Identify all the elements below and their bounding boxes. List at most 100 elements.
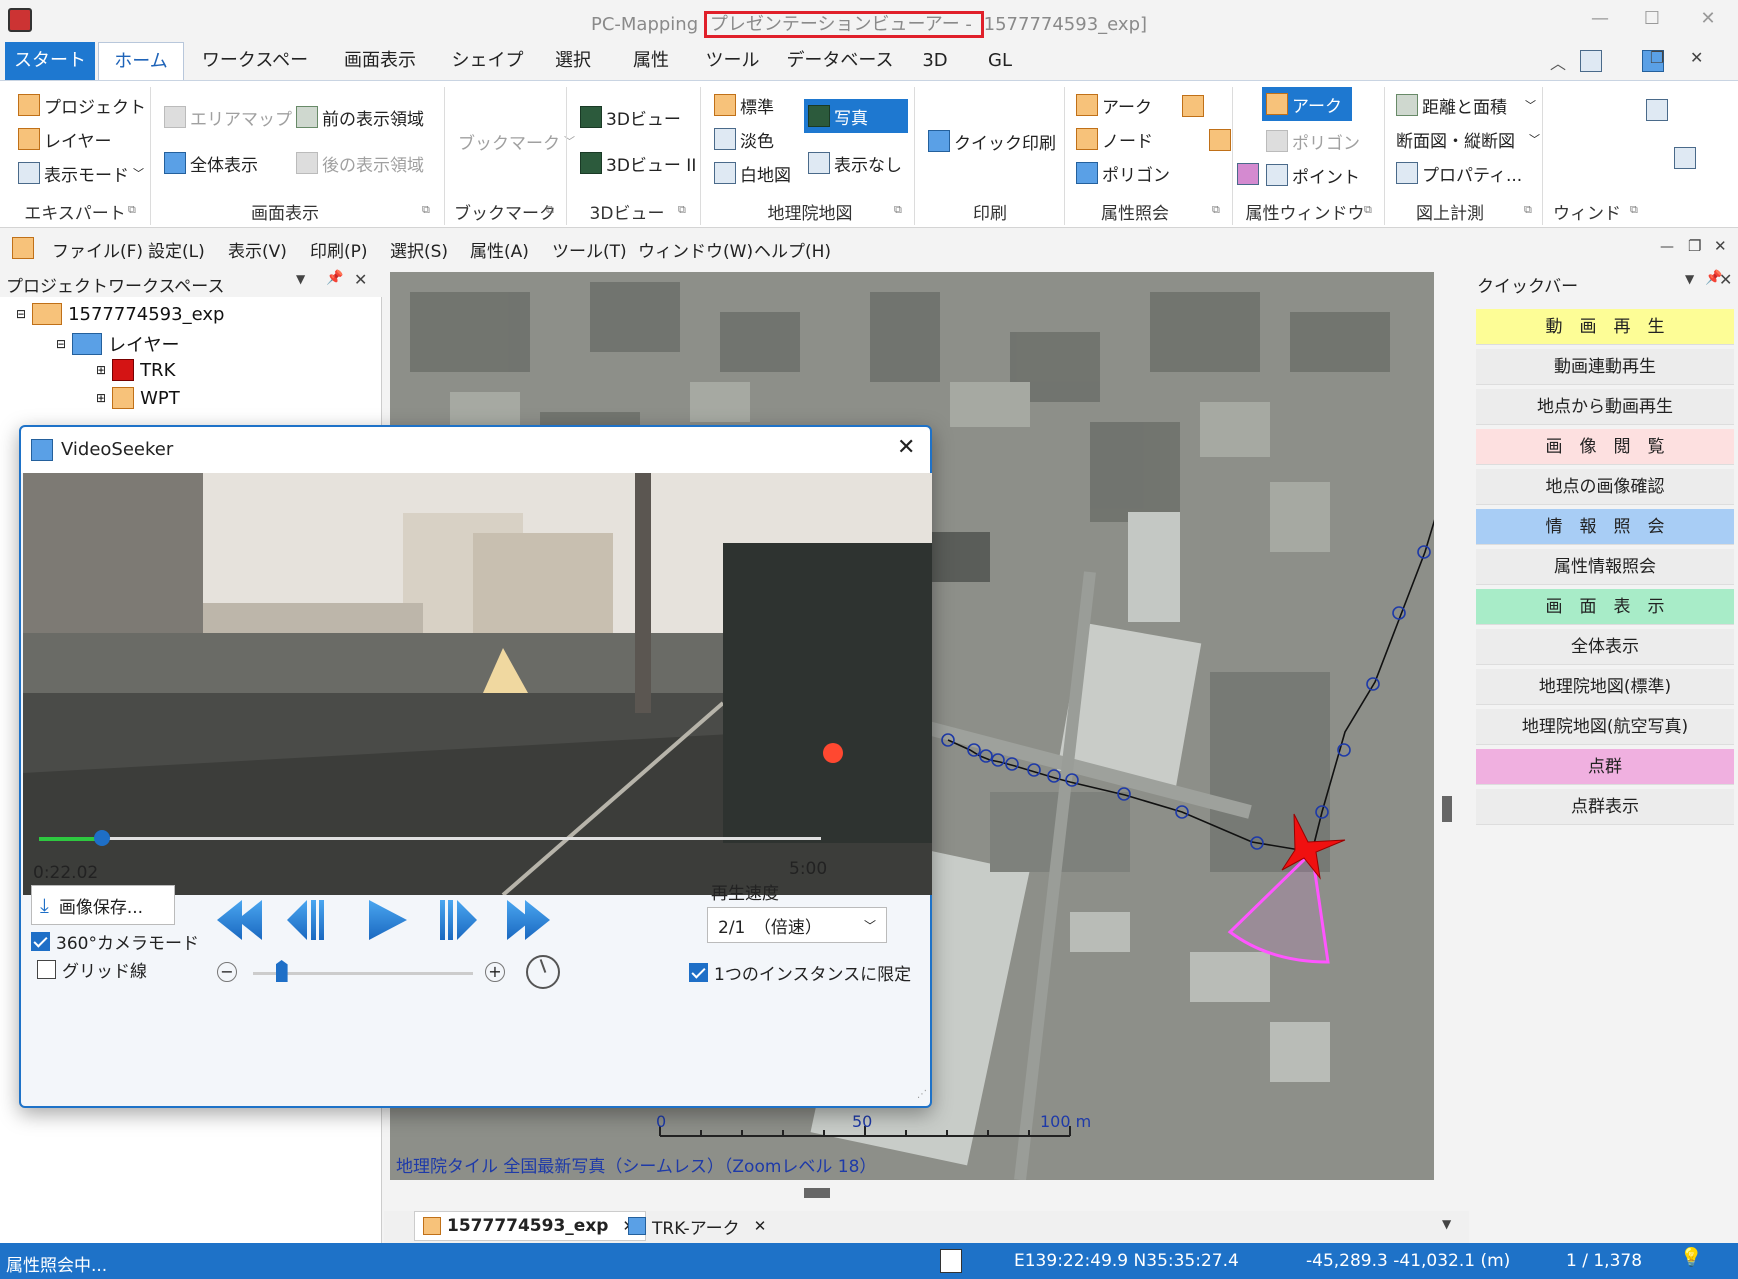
tab-shape[interactable]: シェイプ [450,42,525,82]
tree-item-project[interactable]: ⊟ 1577774593_exp [16,303,224,325]
menu-attribute[interactable]: 属性(A) [470,237,529,262]
query-arc-button[interactable]: アーク [1076,91,1152,119]
zoom-in-icon[interactable]: + [485,962,505,982]
tab-start[interactable]: スタート [5,42,95,82]
query-folder-icon[interactable] [1209,129,1232,151]
section-button[interactable]: 断面図・縦断図 ﹀ [1396,125,1540,153]
collapse-icon[interactable]: ⊟ [56,337,66,351]
attr-window-point-button[interactable]: ポイント [1266,161,1360,189]
query-polygon-button[interactable]: ポリゴン [1076,159,1170,187]
dialog-launcher-icon[interactable]: ⧉ [1364,203,1372,217]
camera-mode-checkbox[interactable]: 360°カメラモード [31,929,199,954]
area-map-button[interactable]: エリアマップ [164,103,292,131]
query-pin-icon[interactable] [1182,95,1204,117]
restore-doc-icon[interactable]: ❐ [1688,237,1701,255]
dialog-launcher-icon[interactable]: ⧉ [546,203,554,217]
single-instance-checkbox[interactable]: 1つのインスタンスに限定 [689,960,911,985]
window-tile-icon[interactable] [1673,147,1696,169]
tab-attribute[interactable]: 属性 [622,42,680,82]
vertical-scroll-thumb[interactable] [1442,796,1452,822]
checkbox-icon[interactable] [689,963,708,982]
quickbar-item[interactable]: 点群 [1476,749,1734,785]
help-icon[interactable] [1580,50,1602,72]
project-button[interactable]: プロジェクト [18,91,146,119]
expand-icon[interactable]: ⊞ [96,363,106,377]
play-button[interactable] [369,900,407,940]
query-node-button[interactable]: ノード [1076,125,1153,153]
fast-rewind-button[interactable] [217,900,262,940]
display-mode-button[interactable]: 表示モード ﹀ [18,159,144,187]
menu-tools[interactable]: ツール(T) [552,237,627,262]
track-vertex[interactable] [1392,606,1406,620]
tree-item-trk[interactable]: ⊞ TRK [96,359,175,381]
step-forward-button[interactable] [440,900,477,940]
video-frame[interactable] [23,473,932,895]
menu-print[interactable]: 印刷(P) [310,237,368,262]
pin-icon[interactable]: 📌 [326,270,343,286]
pale-map-button[interactable]: 淡色 [714,125,774,153]
resize-grip-icon[interactable]: ⋰ [917,1089,927,1100]
no-map-button[interactable]: 表示なし [808,149,902,177]
menu-view[interactable]: 表示(V) [228,237,287,262]
track-arc-segment[interactable] [1311,502,1434,853]
tab-3d[interactable]: 3D [910,42,960,82]
std-map-button[interactable]: 標準 [714,91,774,119]
quickbar-item[interactable]: 全体表示 [1476,629,1734,665]
properties-button[interactable]: プロパティ... [1396,159,1522,187]
doc-tab-arc[interactable]: TRK-アーク ✕ [620,1211,778,1241]
tab-close-icon[interactable]: ✕ [754,1217,767,1235]
quickbar-item[interactable]: 画 像 閲 覧 [1476,429,1734,465]
3d-view-button[interactable]: 3Dビュー [580,103,681,131]
tree-item-wpt[interactable]: ⊞ WPT [96,387,180,409]
dialog-launcher-icon[interactable]: ⧉ [1630,203,1638,217]
photo-map-button[interactable]: 写真 [804,99,908,133]
close-doc-icon[interactable]: ✕ [1714,237,1727,255]
close-doc-icon[interactable]: ✕ [1690,48,1703,67]
panel-menu-icon[interactable]: ▼ [1685,272,1694,286]
menu-window[interactable]: ウィンドウ(W) [638,237,753,262]
videoseeker-titlebar[interactable]: VideoSeeker ✕ [21,427,930,473]
panel-close-icon[interactable]: ✕ [354,270,367,289]
doc-tab-project[interactable]: 1577774593_exp ✕ [414,1211,646,1241]
quickbar-item[interactable]: 地理院地図(航空写真) [1476,709,1734,745]
seek-handle[interactable] [93,830,110,846]
restore-icon[interactable]: ❐ [1650,48,1664,67]
quickbar-item[interactable]: 点群表示 [1476,789,1734,825]
attr-window-polygon-button[interactable]: ポリゴン [1266,127,1360,155]
minimize-doc-icon[interactable]: — [1660,239,1674,255]
dialog-launcher-icon[interactable]: ⧉ [1212,203,1220,217]
menu-help[interactable]: ヘルプ(H) [754,237,831,262]
3d-view-2-button[interactable]: 3Dビュー II [580,149,696,177]
seek-track[interactable] [39,837,821,840]
window-cascade-icon[interactable] [1646,99,1669,121]
menu-settings[interactable]: 設定(L) [148,237,205,262]
dialog-launcher-icon[interactable]: ⧉ [678,203,686,217]
tab-list-dropdown-icon[interactable]: ▼ [1442,1217,1451,1231]
next-view-button[interactable]: 後の表示領域 [296,149,424,177]
speed-select[interactable]: 2/1 （倍速） ﹀ [707,907,887,943]
track-vertex[interactable] [1065,773,1079,787]
tab-workspace[interactable]: ワークスペース [200,42,310,109]
quickbar-item[interactable]: 動 画 再 生 [1476,309,1734,345]
close-button[interactable]: ✕ [1688,8,1728,34]
dialog-launcher-icon[interactable]: ⧉ [422,203,430,217]
bookmark-dropdown[interactable]: ブックマーク ﹀ [458,127,575,155]
panel-menu-icon[interactable]: ▼ [296,272,305,286]
prev-view-button[interactable]: 前の表示領域 [296,103,424,131]
tab-home[interactable]: ホーム [98,42,184,82]
attr-window-arc-button[interactable]: アーク [1262,87,1352,121]
tab-database[interactable]: データベース [785,42,895,82]
dialog-launcher-icon[interactable]: ⧉ [1524,203,1532,217]
dialog-launcher-icon[interactable]: ⧉ [894,203,902,217]
query-pink-icon[interactable] [1236,163,1259,185]
expand-icon[interactable]: ⊞ [96,391,106,405]
minimize-button[interactable]: — [1580,8,1620,34]
tab-display[interactable]: 画面表示 [330,42,430,82]
quick-print-button[interactable]: クイック印刷 [928,127,1056,155]
lightbulb-icon[interactable]: 💡 [1680,1247,1702,1268]
rotation-dial-icon[interactable] [526,955,560,989]
collapse-ribbon-icon[interactable]: ︿ [1550,50,1566,74]
panel-close-icon[interactable]: ✕ [1719,270,1732,289]
grid-checkbox[interactable]: グリッド線 [37,957,147,982]
collapse-icon[interactable]: ⊟ [16,307,26,321]
